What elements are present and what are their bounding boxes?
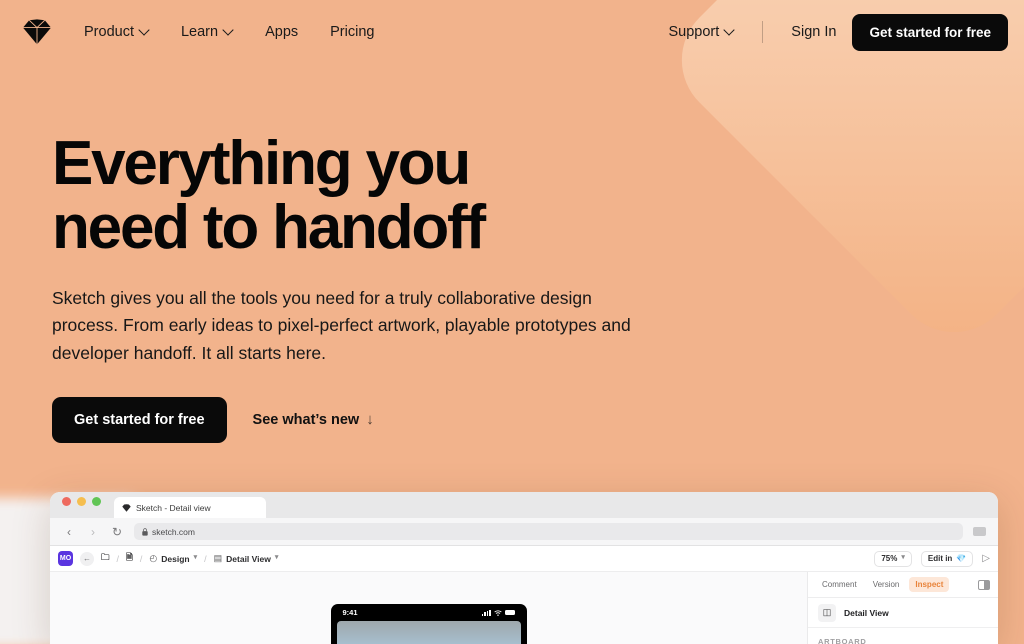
- sketch-gem-icon: 💎: [956, 554, 967, 563]
- window-traffic-lights: [62, 492, 101, 518]
- nav-item-support-label: Support: [668, 24, 720, 40]
- edit-in-sketch-button[interactable]: Edit in 💎: [920, 550, 974, 567]
- see-whats-new-label: See what’s new: [252, 411, 360, 428]
- tab-inspect[interactable]: Inspect: [909, 577, 950, 592]
- breadcrumb-separator: /: [204, 553, 207, 564]
- app-toolbar: MO ← 🗀 / 🗎 / ◴ Design ▾ / ▤ Detail View …: [50, 546, 998, 572]
- breadcrumb-detail-view-label: Detail View: [226, 553, 271, 564]
- breadcrumb-separator: /: [116, 553, 120, 564]
- phone-status-bar: 9:41: [331, 604, 527, 621]
- see-whats-new-link[interactable]: See what’s new ↓: [253, 411, 374, 428]
- close-window-button[interactable]: [62, 496, 71, 506]
- phone-artboard[interactable]: 9:41: [330, 604, 527, 644]
- sign-in-link[interactable]: Sign In: [775, 16, 852, 48]
- chevron-down-icon: [140, 26, 149, 35]
- app-body: 9:41 Comment Version Inspect ◫ Detail Vi…: [50, 572, 998, 644]
- nav-item-product[interactable]: Product: [68, 16, 165, 48]
- design-canvas[interactable]: 9:41: [50, 572, 808, 644]
- user-avatar[interactable]: MO: [58, 551, 73, 566]
- nav-item-apps[interactable]: Apps: [249, 16, 314, 48]
- hero-actions: Get started for free See what’s new ↓: [52, 396, 1024, 443]
- product-mockup: Sketch - Detail view ‹ › ↻ sketch.com MO…: [0, 488, 1024, 644]
- document-icon[interactable]: 🗎: [126, 552, 133, 566]
- browser-titlebar: Sketch - Detail view: [50, 492, 998, 518]
- sidebar-toggle-icon[interactable]: [978, 579, 990, 590]
- inspector-panel: Comment Version Inspect ◫ Detail View AR…: [808, 572, 998, 644]
- browser-url-text: sketch.com: [152, 526, 195, 537]
- browser-back-icon[interactable]: ‹: [62, 525, 76, 539]
- nav-item-learn-label: Learn: [180, 24, 219, 40]
- browser-address-bar[interactable]: sketch.com: [134, 523, 963, 540]
- folder-icon[interactable]: 🗀: [101, 552, 110, 566]
- battery-icon: [504, 610, 515, 615]
- nav-item-apps-label: Apps: [265, 24, 299, 40]
- edit-in-label: Edit in: [927, 554, 953, 563]
- hero-heading: Everything you need to handoff: [52, 129, 692, 263]
- top-navigation-bar: Product Learn Apps Pricing Support Sign …: [0, 0, 1024, 64]
- signal-bars-icon: [481, 609, 491, 616]
- arrow-down-icon: ↓: [366, 411, 374, 429]
- inspector-section-title: ARTBOARD: [818, 637, 867, 644]
- tab-comment[interactable]: Comment: [816, 577, 863, 592]
- inspector-tabs: Comment Version Inspect: [808, 572, 998, 598]
- nav-divider: [762, 21, 764, 43]
- hero-section: Everything you need to handoff Sketch gi…: [0, 64, 1024, 443]
- chevron-down-icon: [224, 26, 233, 35]
- chevron-updown-icon[interactable]: ▾: [194, 554, 198, 561]
- phone-status-icons: [481, 609, 515, 616]
- tab-version[interactable]: Version: [867, 577, 906, 592]
- page-icon: ◴: [149, 553, 158, 563]
- zoom-level-stepper[interactable]: 75% ▾: [874, 550, 912, 567]
- nav-item-learn[interactable]: Learn: [165, 16, 249, 48]
- app-back-button[interactable]: ←: [80, 551, 94, 566]
- hero-heading-line-1: Everything you: [52, 129, 471, 198]
- hero-get-started-button[interactable]: Get started for free: [52, 396, 227, 443]
- lock-icon: [142, 527, 148, 536]
- wifi-icon: [493, 609, 502, 616]
- phone-artboard-content: [336, 621, 521, 644]
- browser-reload-icon[interactable]: ↻: [110, 525, 124, 539]
- nav-item-pricing-label: Pricing: [330, 24, 375, 40]
- chevron-updown-icon: ▾: [901, 554, 905, 562]
- artboard-icon: ◫: [818, 603, 836, 622]
- nav-item-product-label: Product: [84, 24, 134, 40]
- present-play-icon[interactable]: ▷: [982, 553, 990, 564]
- browser-menu-icon[interactable]: [973, 527, 986, 536]
- chevron-updown-icon[interactable]: ▾: [275, 554, 279, 561]
- breadcrumb-separator: /: [139, 553, 143, 564]
- inspector-layer-name: Detail View: [844, 607, 889, 618]
- breadcrumb-design-label: Design: [161, 553, 190, 564]
- sketch-diamond-icon: [122, 503, 131, 512]
- sign-in-label: Sign In: [791, 24, 837, 40]
- nav-item-support[interactable]: Support: [653, 16, 751, 48]
- maximize-window-button[interactable]: [92, 496, 101, 506]
- sketch-diamond-logo[interactable]: [20, 15, 54, 49]
- nav-get-started-button[interactable]: Get started for free: [852, 13, 1008, 51]
- app-toolbar-right: 75% ▾ Edit in 💎 ▷: [874, 550, 990, 567]
- inspector-selected-layer[interactable]: ◫ Detail View: [808, 598, 998, 628]
- browser-toolbar: ‹ › ↻ sketch.com: [50, 518, 998, 546]
- phone-time: 9:41: [342, 608, 358, 617]
- browser-tab[interactable]: Sketch - Detail view: [114, 497, 266, 518]
- zoom-level-value: 75%: [881, 554, 898, 563]
- nav-item-pricing[interactable]: Pricing: [314, 16, 390, 48]
- browser-forward-icon[interactable]: ›: [86, 525, 100, 539]
- breadcrumb-detail-view[interactable]: ▤ Detail View ▾: [214, 553, 279, 564]
- browser-window: Sketch - Detail view ‹ › ↻ sketch.com MO…: [50, 492, 998, 644]
- breadcrumb-design[interactable]: ◴ Design ▾: [149, 553, 197, 564]
- hero-body-text: Sketch gives you all the tools you need …: [52, 287, 631, 363]
- minimize-window-button[interactable]: [77, 496, 86, 506]
- artboard-icon: ▤: [213, 553, 223, 563]
- nav-right-group: Support Sign In Get started for free: [653, 13, 1008, 51]
- hero-heading-line-2: need to handoff: [52, 193, 486, 263]
- nav-left-group: Product Learn Apps Pricing: [20, 15, 390, 49]
- browser-tab-title: Sketch - Detail view: [136, 502, 211, 513]
- chevron-down-icon: [725, 26, 734, 35]
